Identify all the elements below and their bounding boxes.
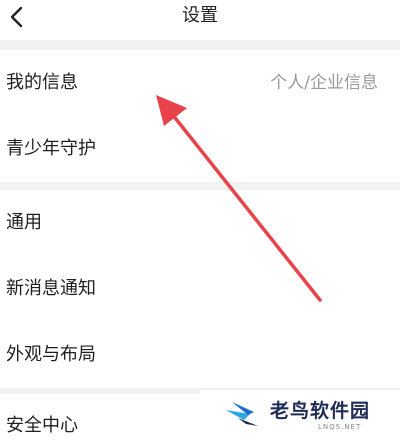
settings-item-notifications[interactable]: 新消息通知: [0, 256, 400, 322]
settings-item-value: 个人/企业信息: [270, 73, 378, 93]
watermark-domain: LNQS.NET: [318, 423, 362, 431]
header-bar: 设置: [0, 0, 400, 40]
settings-item-label: 我的信息: [6, 72, 78, 93]
settings-item-my-info[interactable]: 我的信息 个人/企业信息: [0, 50, 400, 116]
settings-item-label: 通用: [6, 212, 42, 233]
watermark-brand: 老鸟软件园: [270, 400, 371, 422]
section-gap: [0, 40, 400, 50]
settings-item-label: 外观与布局: [6, 344, 96, 365]
watermark: 老鸟软件园 LNQS.NET: [200, 390, 400, 440]
settings-item-appearance[interactable]: 外观与布局: [0, 322, 400, 388]
settings-item-youth-guard[interactable]: 青少年守护: [0, 116, 400, 182]
settings-item-general[interactable]: 通用: [0, 190, 400, 256]
settings-item-label: 青少年守护: [6, 138, 96, 159]
settings-group-account: 我的信息 个人/企业信息 青少年守护: [0, 50, 400, 182]
bird-logo-icon: [226, 402, 258, 426]
page-title: 设置: [182, 5, 218, 26]
settings-group-general: 通用 新消息通知 外观与布局: [0, 190, 400, 388]
settings-item-label: 安全中心: [6, 415, 78, 436]
settings-item-label: 新消息通知: [6, 278, 96, 299]
